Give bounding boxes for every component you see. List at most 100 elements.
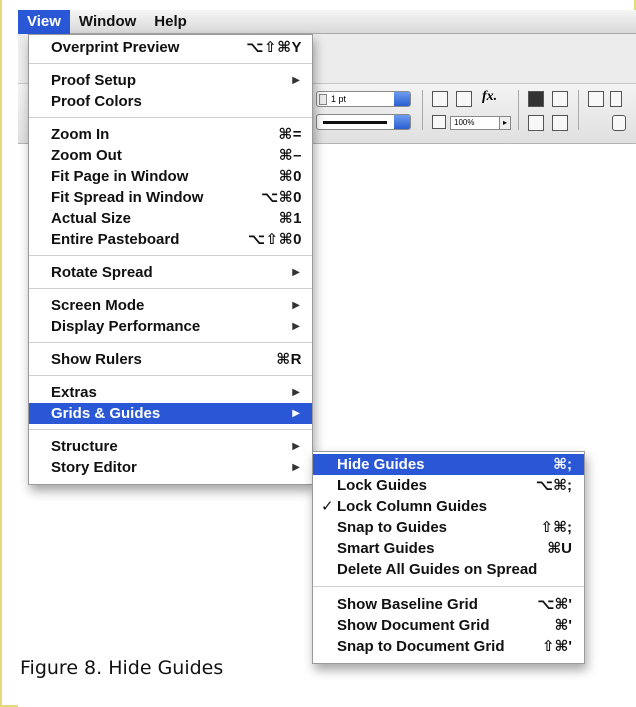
menu-separator [29, 63, 312, 64]
menu-window[interactable]: Window [70, 10, 145, 34]
menu-item-entire-pasteboard[interactable]: Entire Pasteboard ⌥⇧⌘0 [29, 229, 312, 250]
submenu-item-label: Hide Guides [337, 456, 425, 473]
menu-item-show-rulers[interactable]: Show Rulers ⌘R [29, 349, 312, 370]
frame-fitting-icon[interactable] [432, 91, 448, 107]
menu-item-grids-and-guides[interactable]: Grids & Guides ▶ [29, 403, 312, 424]
menu-item-label: Extras [51, 384, 97, 401]
submenu-item-label: Show Document Grid [337, 617, 490, 634]
menu-item-extras[interactable]: Extras ▶ [29, 382, 312, 403]
menu-item-label: Proof Colors [51, 93, 142, 110]
menu-item-label: Entire Pasteboard [51, 231, 180, 248]
align-center-icon[interactable] [552, 91, 568, 107]
submenu-item-shortcut: ⌥⌘; [535, 477, 572, 494]
menu-item-label: Fit Spread in Window [51, 189, 204, 206]
opacity-value: 100% [454, 118, 475, 127]
submenu-item-lock-guides[interactable]: Lock Guides ⌥⌘; [313, 475, 584, 496]
rounded-field-icon[interactable] [612, 115, 626, 131]
submenu-item-snap-to-document-grid[interactable]: Snap to Document Grid ⇧⌘' [313, 636, 584, 657]
menu-item-fit-page-in-window[interactable]: Fit Page in Window ⌘0 [29, 166, 312, 187]
stepper-icon[interactable] [610, 91, 622, 107]
figure-caption: Figure 8. Hide Guides [20, 657, 224, 679]
opacity-icon [432, 115, 446, 129]
menu-item-actual-size[interactable]: Actual Size ⌘1 [29, 208, 312, 229]
solid-line-icon [323, 121, 387, 124]
menu-separator [29, 342, 312, 343]
grids-and-guides-submenu: Hide Guides ⌘; Lock Guides ⌥⌘; ✓ Lock Column … [312, 451, 585, 664]
submenu-item-show-baseline-grid[interactable]: Show Baseline Grid ⌥⌘' [313, 594, 584, 615]
menu-item-structure[interactable]: Structure ▶ [29, 436, 312, 457]
transform-icon[interactable] [588, 91, 604, 107]
menu-item-label: Zoom Out [51, 147, 122, 164]
menu-item-shortcut: ⌘= [278, 126, 302, 143]
submenu-item-snap-to-guides[interactable]: Snap to Guides ⇧⌘; [313, 517, 584, 538]
stroke-weight-field[interactable]: 1 pt [316, 91, 411, 107]
submenu-arrow-icon: ▶ [292, 267, 300, 278]
menu-separator [313, 586, 584, 587]
submenu-item-label: Smart Guides [337, 540, 435, 557]
submenu-arrow-icon: ▶ [292, 75, 300, 86]
menu-item-label: Zoom In [51, 126, 110, 143]
menu-item-proof-colors[interactable]: Proof Colors [29, 91, 312, 112]
stroke-weight-dropdown[interactable] [394, 92, 410, 106]
menu-item-shortcut: ⌘1 [278, 210, 302, 227]
submenu-arrow-icon: ▶ [292, 408, 300, 419]
menu-separator [29, 429, 312, 430]
menu-item-fit-spread-in-window[interactable]: Fit Spread in Window ⌥⌘0 [29, 187, 312, 208]
submenu-arrow-icon: ▶ [292, 387, 300, 398]
submenu-item-shortcut: ⌘U [547, 540, 572, 557]
menu-item-story-editor[interactable]: Story Editor ▶ [29, 457, 312, 478]
menu-item-zoom-in[interactable]: Zoom In ⌘= [29, 124, 312, 145]
menu-item-shortcut: ⌘R [276, 351, 302, 368]
menu-item-label: Fit Page in Window [51, 168, 189, 185]
menu-item-shortcut: ⌥⌘0 [260, 189, 302, 206]
stroke-type-dropdown[interactable] [394, 115, 410, 129]
align-justify-icon[interactable] [552, 115, 568, 131]
menu-item-label: Story Editor [51, 459, 137, 476]
effects-icon[interactable]: fx. [482, 89, 497, 105]
submenu-arrow-icon: ▶ [292, 300, 300, 311]
menu-help[interactable]: Help [145, 10, 196, 34]
submenu-item-label: Show Baseline Grid [337, 596, 478, 613]
menu-item-label: Proof Setup [51, 72, 136, 89]
opacity-field[interactable]: 100% [450, 116, 500, 130]
checkmark-icon: ✓ [321, 498, 334, 515]
menu-item-label: Overprint Preview [51, 39, 180, 56]
drop-shadow-icon[interactable] [456, 91, 472, 107]
menu-item-zoom-out[interactable]: Zoom Out ⌘– [29, 145, 312, 166]
submenu-item-smart-guides[interactable]: Smart Guides ⌘U [313, 538, 584, 559]
menu-item-label: Rotate Spread [51, 264, 153, 281]
menu-separator [29, 375, 312, 376]
menu-item-screen-mode[interactable]: Screen Mode ▶ [29, 295, 312, 316]
menu-separator [29, 117, 312, 118]
submenu-arrow-icon: ▶ [292, 441, 300, 452]
align-left-icon[interactable] [528, 91, 544, 107]
submenu-item-label: Lock Column Guides [337, 498, 488, 515]
menu-item-rotate-spread[interactable]: Rotate Spread ▶ [29, 262, 312, 283]
submenu-item-show-document-grid[interactable]: Show Document Grid ⌘' [313, 615, 584, 636]
submenu-item-delete-all-guides-on-spread[interactable]: Delete All Guides on Spread [313, 559, 584, 580]
menu-item-proof-setup[interactable]: Proof Setup ▶ [29, 70, 312, 91]
submenu-item-shortcut: ⌘' [554, 617, 572, 634]
menu-view[interactable]: View [18, 9, 70, 34]
submenu-arrow-icon: ▶ [292, 321, 300, 332]
opacity-dropdown-arrow[interactable]: ▸ [499, 116, 511, 130]
submenu-item-label: Lock Guides [337, 477, 428, 494]
menu-item-overprint-preview[interactable]: Overprint Preview ⌥⇧⌘Y [29, 37, 312, 58]
menu-item-label: Structure [51, 438, 118, 455]
submenu-arrow-icon: ▶ [292, 462, 300, 473]
toolbar-divider [422, 90, 423, 130]
menu-separator [29, 255, 312, 256]
stroke-weight-value: 1 pt [331, 94, 347, 104]
stroke-type-selector[interactable] [316, 114, 411, 130]
align-bottom-icon[interactable] [528, 115, 544, 131]
submenu-item-lock-column-guides[interactable]: ✓ Lock Column Guides [313, 496, 584, 517]
stepper-icon[interactable] [319, 94, 327, 105]
menu-bar: View Window Help [18, 9, 636, 34]
menu-separator [29, 288, 312, 289]
submenu-item-label: Delete All Guides on Spread [337, 561, 538, 578]
toolbar-divider [518, 90, 519, 130]
menu-item-shortcut: ⌘0 [278, 168, 302, 185]
menu-item-shortcut: ⌘– [278, 147, 302, 164]
submenu-item-hide-guides[interactable]: Hide Guides ⌘; [313, 454, 584, 475]
menu-item-display-performance[interactable]: Display Performance ▶ [29, 316, 312, 337]
